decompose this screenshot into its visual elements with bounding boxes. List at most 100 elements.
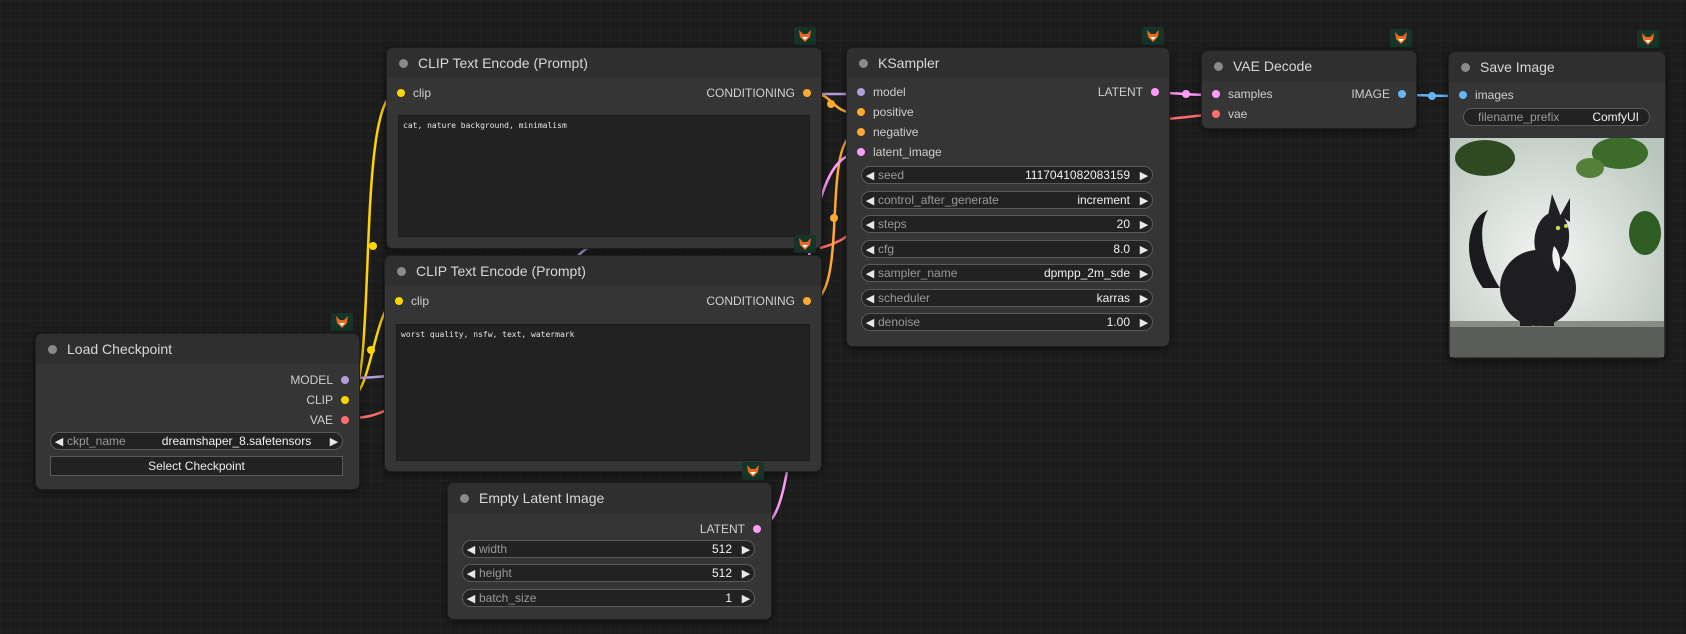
node-empty-latent-image[interactable]: Empty Latent Image LATENT ◀ width 512 ▶ … xyxy=(447,482,772,620)
output-slot-image[interactable]: IMAGE xyxy=(1351,87,1406,101)
slot-dot[interactable] xyxy=(857,108,865,116)
widget-batch-size[interactable]: ◀ batch_size 1 ▶ xyxy=(462,589,755,607)
widget-denoise[interactable]: ◀ denoise 1.00 ▶ xyxy=(861,313,1153,331)
node-clip-text-encode-positive[interactable]: CLIP Text Encode (Prompt) clip CONDITION… xyxy=(386,47,822,249)
arrow-right-icon[interactable]: ▶ xyxy=(326,435,342,448)
arrow-left-icon[interactable]: ◀ xyxy=(862,316,878,329)
arrow-right-icon[interactable]: ▶ xyxy=(738,592,754,605)
widget-seed[interactable]: ◀ seed 1117041082083159 ▶ xyxy=(861,166,1153,184)
arrow-right-icon[interactable]: ▶ xyxy=(1136,194,1152,207)
widget-steps[interactable]: ◀ steps 20 ▶ xyxy=(861,215,1153,233)
arrow-right-icon[interactable]: ▶ xyxy=(1136,267,1152,280)
slot-dot[interactable] xyxy=(341,416,349,424)
arrow-left-icon[interactable]: ◀ xyxy=(862,243,878,256)
arrow-left-icon[interactable]: ◀ xyxy=(463,543,479,556)
node-header[interactable]: Save Image xyxy=(1449,52,1665,82)
widget-filename-prefix[interactable]: filename_prefix ComfyUI xyxy=(1463,108,1650,126)
widget-height[interactable]: ◀ height 512 ▶ xyxy=(462,564,755,582)
node-header[interactable]: KSampler xyxy=(847,48,1169,78)
slot-dot[interactable] xyxy=(857,128,865,136)
node-vae-decode[interactable]: VAE Decode samples IMAGE vae xyxy=(1201,50,1417,129)
input-slot-images[interactable]: images xyxy=(1459,88,1514,102)
slot-dot[interactable] xyxy=(857,148,865,156)
node-header[interactable]: VAE Decode xyxy=(1202,51,1416,81)
slot-dot[interactable] xyxy=(1212,90,1220,98)
link-wires xyxy=(348,90,1458,528)
slot-dot[interactable] xyxy=(803,89,811,97)
graph-canvas[interactable]: CLIP Text Encode (Prompt) clip CONDITION… xyxy=(0,0,1686,634)
arrow-left-icon[interactable]: ◀ xyxy=(862,267,878,280)
node-header[interactable]: CLIP Text Encode (Prompt) xyxy=(387,48,821,78)
output-slot-clip[interactable]: CLIP xyxy=(306,393,349,407)
arrow-left-icon[interactable]: ◀ xyxy=(51,435,67,448)
collapse-dot[interactable] xyxy=(399,58,408,68)
widget-width[interactable]: ◀ width 512 ▶ xyxy=(462,540,755,558)
slot-dot[interactable] xyxy=(1459,91,1467,99)
slot-dot[interactable] xyxy=(397,89,405,97)
arrow-right-icon[interactable]: ▶ xyxy=(1136,169,1152,182)
collapse-dot[interactable] xyxy=(48,344,57,354)
input-slot-positive[interactable]: positive xyxy=(857,105,914,119)
output-slot-model[interactable]: MODEL xyxy=(290,373,349,387)
slot-label: positive xyxy=(873,105,914,119)
arrow-right-icon[interactable]: ▶ xyxy=(1136,292,1152,305)
widget-sampler-name[interactable]: ◀ sampler_name dpmpp_2m_sde ▶ xyxy=(861,264,1153,282)
arrow-right-icon[interactable]: ▶ xyxy=(1136,243,1152,256)
widget-cfg[interactable]: ◀ cfg 8.0 ▶ xyxy=(861,240,1153,258)
slot-label: CLIP xyxy=(306,393,333,407)
input-slot-vae[interactable]: vae xyxy=(1212,107,1247,121)
collapse-dot[interactable] xyxy=(1214,61,1223,71)
arrow-right-icon[interactable]: ▶ xyxy=(1136,218,1152,231)
slot-dot[interactable] xyxy=(753,525,761,533)
output-slot-conditioning[interactable]: CONDITIONING xyxy=(706,294,811,308)
output-image-preview[interactable] xyxy=(1450,138,1664,357)
slot-dot[interactable] xyxy=(341,376,349,384)
node-header[interactable]: Load Checkpoint xyxy=(36,334,359,364)
select-checkpoint-button[interactable]: Select Checkpoint xyxy=(50,456,343,476)
slot-dot[interactable] xyxy=(341,396,349,404)
collapse-dot[interactable] xyxy=(397,266,406,276)
node-clip-text-encode-negative[interactable]: CLIP Text Encode (Prompt) clip CONDITION… xyxy=(384,255,822,472)
slot-dot[interactable] xyxy=(1398,90,1406,98)
slot-dot[interactable] xyxy=(803,297,811,305)
output-slot-latent[interactable]: LATENT xyxy=(700,522,761,536)
prompt-textarea[interactable]: worst quality, nsfw, text, watermark xyxy=(396,324,810,461)
arrow-left-icon[interactable]: ◀ xyxy=(862,218,878,231)
arrow-right-icon[interactable]: ▶ xyxy=(738,567,754,580)
widget-control-after-generate[interactable]: ◀ control_after_generate increment ▶ xyxy=(861,191,1153,209)
node-load-checkpoint[interactable]: Load Checkpoint MODEL CLIP VAE ◀ ckpt_na… xyxy=(35,333,360,490)
prompt-textarea[interactable]: cat, nature background, minimalism xyxy=(398,115,810,237)
widget-ckpt-name[interactable]: ◀ ckpt_name dreamshaper_8.safetensors ▶ xyxy=(50,432,343,450)
arrow-left-icon[interactable]: ◀ xyxy=(862,194,878,207)
node-header[interactable]: Empty Latent Image xyxy=(448,483,771,513)
arrow-left-icon[interactable]: ◀ xyxy=(862,169,878,182)
arrow-left-icon[interactable]: ◀ xyxy=(463,592,479,605)
node-header[interactable]: CLIP Text Encode (Prompt) xyxy=(385,256,821,286)
slot-dot[interactable] xyxy=(1151,88,1159,96)
arrow-right-icon[interactable]: ▶ xyxy=(738,543,754,556)
slot-dot[interactable] xyxy=(857,88,865,96)
slot-label: images xyxy=(1475,88,1514,102)
collapse-dot[interactable] xyxy=(1461,62,1470,72)
node-save-image[interactable]: Save Image images filename_prefix ComfyU… xyxy=(1448,51,1666,359)
arrow-right-icon[interactable]: ▶ xyxy=(1136,316,1152,329)
slot-dot[interactable] xyxy=(395,297,403,305)
input-slot-clip[interactable]: clip xyxy=(397,86,431,100)
slot-dot[interactable] xyxy=(1212,110,1220,118)
output-slot-latent[interactable]: LATENT xyxy=(1098,85,1159,99)
input-slot-model[interactable]: model xyxy=(857,85,906,99)
collapse-dot[interactable] xyxy=(859,58,868,68)
arrow-left-icon[interactable]: ◀ xyxy=(862,292,878,305)
link-midpoint xyxy=(1428,92,1436,100)
input-slot-clip[interactable]: clip xyxy=(395,294,429,308)
arrow-left-icon[interactable]: ◀ xyxy=(463,567,479,580)
node-ksampler[interactable]: KSampler model LATENT positive negative … xyxy=(846,47,1170,347)
output-slot-vae[interactable]: VAE xyxy=(310,413,349,427)
slot-label: CONDITIONING xyxy=(706,86,795,100)
collapse-dot[interactable] xyxy=(460,493,469,503)
widget-scheduler[interactable]: ◀ scheduler karras ▶ xyxy=(861,289,1153,307)
input-slot-negative[interactable]: negative xyxy=(857,125,918,139)
output-slot-conditioning[interactable]: CONDITIONING xyxy=(706,86,811,100)
input-slot-latent-image[interactable]: latent_image xyxy=(857,145,942,159)
input-slot-samples[interactable]: samples xyxy=(1212,87,1273,101)
